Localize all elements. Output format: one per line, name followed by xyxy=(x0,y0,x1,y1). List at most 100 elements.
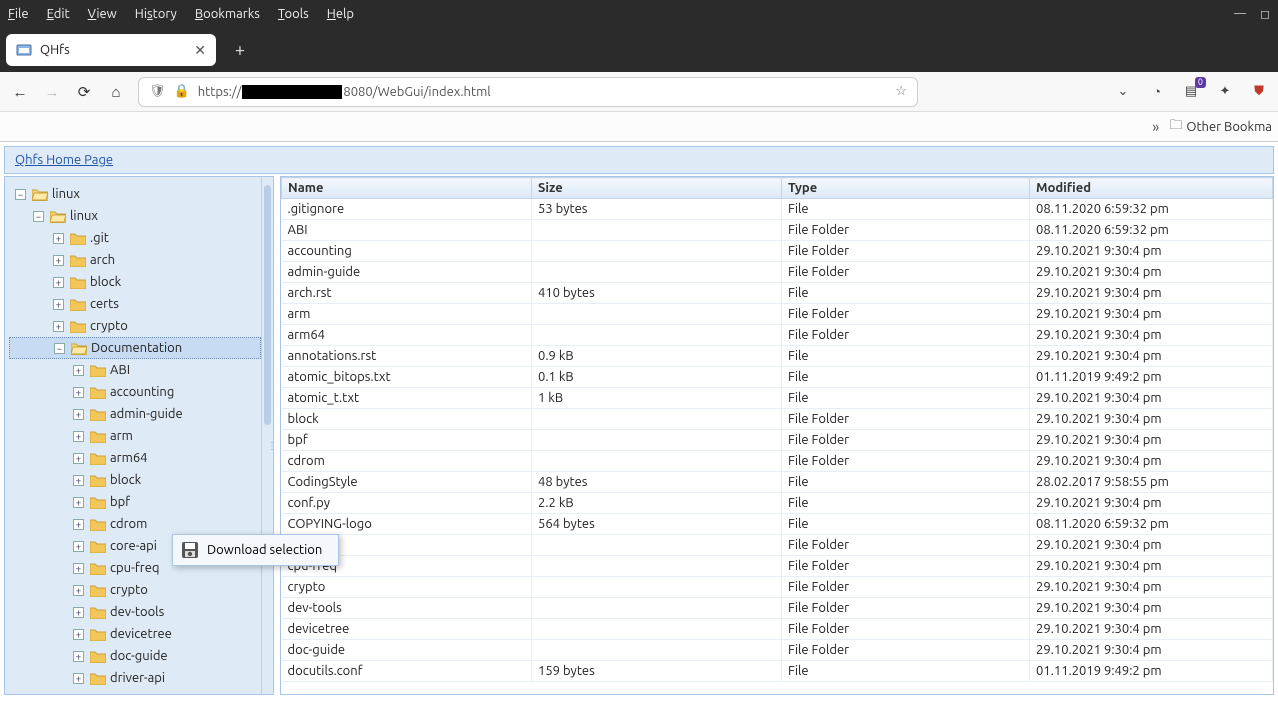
menu-file[interactable]: File xyxy=(8,7,29,21)
menu-history[interactable]: History xyxy=(135,7,177,21)
forward-button[interactable]: → xyxy=(42,83,62,101)
maximize-icon[interactable]: ◻ xyxy=(1260,7,1270,21)
tree-block[interactable]: +block xyxy=(9,271,261,293)
table-row[interactable]: admin-guideFile Folder29.10.2021 9:30:4 … xyxy=(282,262,1273,283)
scrollbar-thumb[interactable] xyxy=(264,185,271,425)
tree-.git[interactable]: +.git xyxy=(9,227,261,249)
table-row[interactable]: devicetreeFile Folder29.10.2021 9:30:4 p… xyxy=(282,619,1273,640)
new-tab-button[interactable]: + xyxy=(226,36,254,64)
tree-toggle-icon[interactable]: + xyxy=(73,563,84,574)
tree-toggle-icon[interactable]: + xyxy=(53,299,64,310)
tree-toggle-icon[interactable]: + xyxy=(73,629,84,640)
tree-toggle-icon[interactable]: + xyxy=(73,365,84,376)
tree-doc-dev-tools[interactable]: +dev-tools xyxy=(9,601,261,623)
tree-toggle-icon[interactable]: + xyxy=(53,255,64,266)
col-type[interactable]: Type xyxy=(782,178,1030,199)
pocket-icon[interactable]: ⌄ xyxy=(1114,83,1132,101)
tree-doc-accounting[interactable]: +accounting xyxy=(9,381,261,403)
tree-doc-admin-guide[interactable]: +admin-guide xyxy=(9,403,261,425)
tab-close-icon[interactable]: ✕ xyxy=(194,42,206,59)
tree-toggle-icon[interactable]: + xyxy=(53,277,64,288)
splitter-handle[interactable]: ⋮ xyxy=(266,426,276,466)
tree-doc-block[interactable]: +block xyxy=(9,469,261,491)
table-row[interactable]: arch.rst410 bytesFile29.10.2021 9:30:4 p… xyxy=(282,283,1273,304)
table-row[interactable]: atomic_t.txt1 kBFile29.10.2021 9:30:4 pm xyxy=(282,388,1273,409)
tree-doc-bpf[interactable]: +bpf xyxy=(9,491,261,513)
lock-icon[interactable]: 🔒 xyxy=(174,84,190,99)
tree-documentation[interactable]: −Documentation xyxy=(9,337,261,359)
tree-doc-driver-api[interactable]: +driver-api xyxy=(9,667,261,689)
col-modified[interactable]: Modified xyxy=(1030,178,1273,199)
menu-tools[interactable]: Tools xyxy=(278,7,309,21)
table-row[interactable]: doc-guideFile Folder29.10.2021 9:30:4 pm xyxy=(282,640,1273,661)
tree-toggle-icon[interactable]: + xyxy=(53,321,64,332)
shield-icon[interactable]: 🛡 xyxy=(149,84,166,99)
tree-linux-sub[interactable]: −linux xyxy=(9,205,261,227)
extension2-icon[interactable]: ▤0 xyxy=(1182,83,1200,101)
table-row[interactable]: cryptoFile Folder29.10.2021 9:30:4 pm xyxy=(282,577,1273,598)
tree-toggle-icon[interactable]: + xyxy=(73,519,84,530)
tree-doc-arm64[interactable]: +arm64 xyxy=(9,447,261,469)
table-row[interactable]: core-apiFile Folder29.10.2021 9:30:4 pm xyxy=(282,535,1273,556)
reload-button[interactable]: ⟳ xyxy=(74,83,94,101)
bookmark-star-icon[interactable]: ☆ xyxy=(895,84,907,99)
table-row[interactable]: CodingStyle48 bytesFile28.02.2017 9:58:5… xyxy=(282,472,1273,493)
extension1-icon[interactable]: ◔ xyxy=(1148,83,1166,101)
col-size[interactable]: Size xyxy=(532,178,782,199)
table-row[interactable]: accountingFile Folder29.10.2021 9:30:4 p… xyxy=(282,241,1273,262)
table-row[interactable]: COPYING-logo564 bytesFile08.11.2020 6:59… xyxy=(282,514,1273,535)
menu-help[interactable]: Help xyxy=(327,7,354,21)
tree-toggle-icon[interactable]: + xyxy=(73,475,84,486)
table-row[interactable]: conf.py2.2 kBFile29.10.2021 9:30:4 pm xyxy=(282,493,1273,514)
tree-certs[interactable]: +certs xyxy=(9,293,261,315)
tree-doc-arm[interactable]: +arm xyxy=(9,425,261,447)
tree-toggle-icon[interactable]: + xyxy=(53,233,64,244)
menu-bookmarks[interactable]: Bookmarks xyxy=(195,7,260,21)
tree-toggle-icon[interactable]: + xyxy=(73,607,84,618)
table-row[interactable]: bpfFile Folder29.10.2021 9:30:4 pm xyxy=(282,430,1273,451)
tree-arch[interactable]: +arch xyxy=(9,249,261,271)
tree-toggle-icon[interactable]: − xyxy=(54,343,65,354)
table-row[interactable]: cdromFile Folder29.10.2021 9:30:4 pm xyxy=(282,451,1273,472)
tree-toggle-icon[interactable]: + xyxy=(73,497,84,508)
ublock-icon[interactable]: ⛊ xyxy=(1250,83,1268,101)
table-row[interactable]: armFile Folder29.10.2021 9:30:4 pm xyxy=(282,304,1273,325)
tree-crypto[interactable]: +crypto xyxy=(9,315,261,337)
tree-toggle-icon[interactable]: + xyxy=(73,541,84,552)
table-row[interactable]: docutils.conf159 bytesFile01.11.2019 9:4… xyxy=(282,661,1273,682)
tab-qhfs[interactable]: QHfs ✕ xyxy=(6,34,216,66)
tree-toggle-icon[interactable]: − xyxy=(15,189,26,200)
back-button[interactable]: ← xyxy=(10,83,30,101)
table-row[interactable]: annotations.rst0.9 kBFile29.10.2021 9:30… xyxy=(282,346,1273,367)
table-row[interactable]: dev-toolsFile Folder29.10.2021 9:30:4 pm xyxy=(282,598,1273,619)
tree-linux[interactable]: −linux xyxy=(9,183,261,205)
tree-toggle-icon[interactable]: + xyxy=(73,431,84,442)
tree-doc-crypto[interactable]: +crypto xyxy=(9,579,261,601)
table-row[interactable]: ABIFile Folder08.11.2020 6:59:32 pm xyxy=(282,220,1273,241)
table-row[interactable]: cpu-freqFile Folder29.10.2021 9:30:4 pm xyxy=(282,556,1273,577)
tree-toggle-icon[interactable]: + xyxy=(73,453,84,464)
url-bar[interactable]: 🛡 🔒 https://8080/WebGui/index.html ☆ xyxy=(138,77,918,107)
menu-edit[interactable]: Edit xyxy=(47,7,70,21)
table-row[interactable]: arm64File Folder29.10.2021 9:30:4 pm xyxy=(282,325,1273,346)
context-download-selection[interactable]: Download selection xyxy=(175,537,336,563)
table-row[interactable]: .gitignore53 bytesFile08.11.2020 6:59:32… xyxy=(282,199,1273,220)
tree-doc-ABI[interactable]: +ABI xyxy=(9,359,261,381)
home-page-link[interactable]: Qhfs Home Page xyxy=(15,153,113,167)
other-bookmarks-button[interactable]: 🗀 Other Bookma xyxy=(1169,116,1272,138)
tree-toggle-icon[interactable]: + xyxy=(73,409,84,420)
minimize-icon[interactable]: — xyxy=(1234,7,1246,21)
bookmarks-overflow-icon[interactable]: » xyxy=(1152,118,1159,135)
col-name[interactable]: Name xyxy=(282,178,532,199)
menu-view[interactable]: View xyxy=(88,7,117,21)
table-row[interactable]: atomic_bitops.txt0.1 kBFile01.11.2019 9:… xyxy=(282,367,1273,388)
tree-toggle-icon[interactable]: + xyxy=(73,673,84,684)
extension3-icon[interactable]: ✦ xyxy=(1216,83,1234,101)
table-row[interactable]: blockFile Folder29.10.2021 9:30:4 pm xyxy=(282,409,1273,430)
tree-doc-cdrom[interactable]: +cdrom xyxy=(9,513,261,535)
tree-doc-doc-guide[interactable]: +doc-guide xyxy=(9,645,261,667)
tree-doc-devicetree[interactable]: +devicetree xyxy=(9,623,261,645)
tree-toggle-icon[interactable]: + xyxy=(73,387,84,398)
tree-toggle-icon[interactable]: + xyxy=(73,585,84,596)
tree-toggle-icon[interactable]: − xyxy=(33,211,44,222)
